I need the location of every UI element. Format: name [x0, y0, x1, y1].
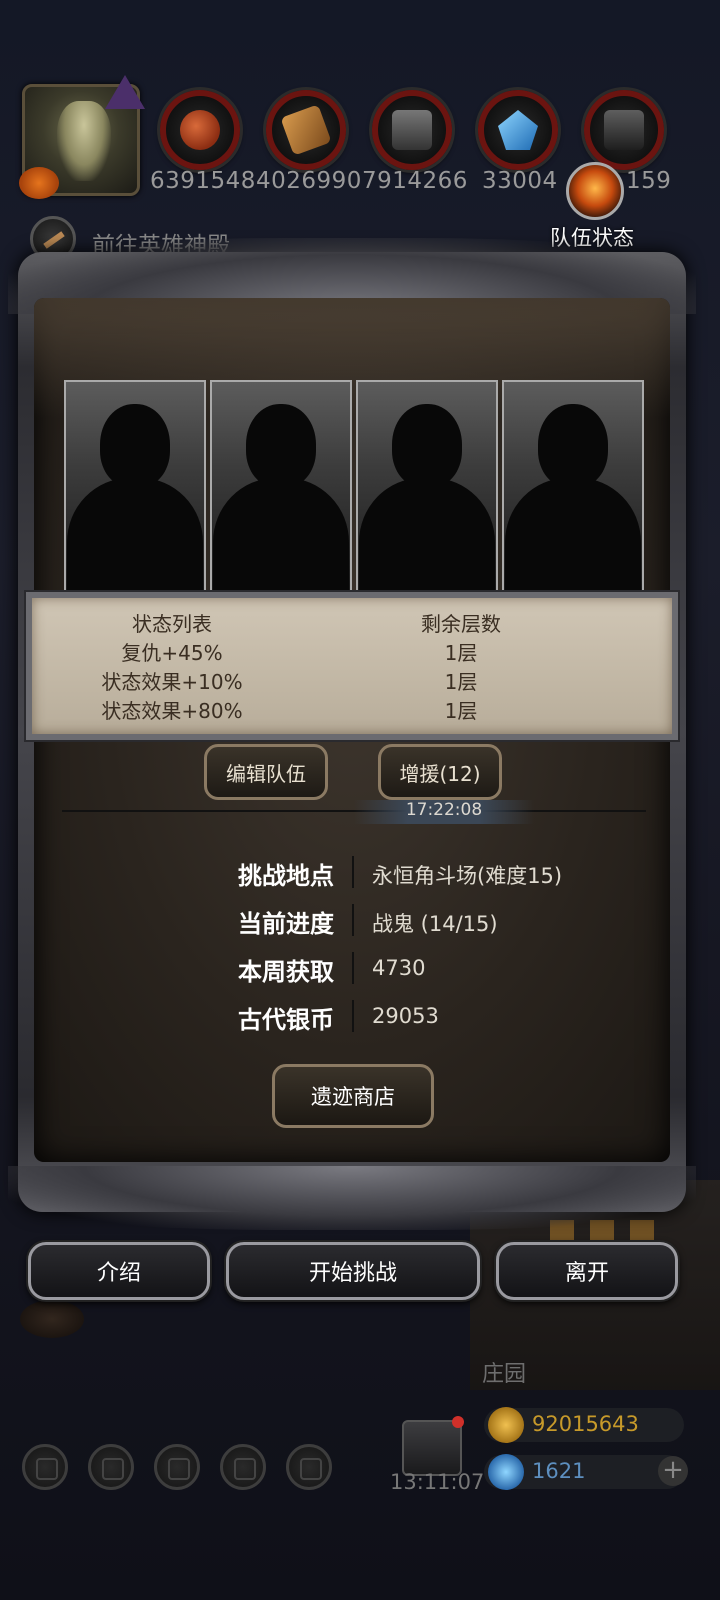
silhouette-body [67, 478, 203, 594]
info-value: 战鬼 (14/15) [372, 912, 498, 936]
silhouette-icon [100, 404, 170, 488]
resource-steel-value: 159 [626, 168, 672, 194]
gem-value: 1621 [532, 1459, 586, 1483]
hero-slot-1[interactable] [64, 380, 206, 594]
silhouette-body [359, 478, 495, 594]
info-row-progress: 当前进度 战鬼 (14/15) [178, 900, 598, 940]
resource-wood-value: 4026990 [256, 168, 362, 194]
team-status-flame-icon[interactable] [566, 162, 624, 220]
silhouette-icon [538, 404, 608, 488]
leave-button[interactable]: 离开 [496, 1242, 678, 1300]
resource-meat-icon[interactable] [160, 90, 240, 170]
crystal-icon [498, 110, 538, 150]
info-value: 29053 [372, 1004, 439, 1028]
info-row-location: 挑战地点 永恒角斗场(难度15) [178, 852, 598, 892]
info-row-silver: 古代银币 29053 [178, 996, 598, 1036]
gift-box-icon[interactable] [402, 1420, 462, 1476]
silhouette-body [505, 478, 641, 594]
info-value: 4730 [372, 956, 426, 980]
gem-icon [488, 1454, 524, 1490]
ranking-icon[interactable] [154, 1444, 200, 1490]
status-stacks: 1层 [444, 641, 478, 665]
settings-icon[interactable] [22, 1444, 68, 1490]
add-currency-button[interactable]: + [658, 1456, 688, 1486]
status-name: 状态效果+80% [101, 699, 243, 723]
guild-icon[interactable] [286, 1444, 332, 1490]
resource-meat-value: 6391548 [150, 168, 256, 194]
status-effects-table: 状态列表 剩余层数 复仇+45% 1层 状态效果+10% 1层 状态效果+80%… [26, 592, 678, 740]
resource-steel-icon[interactable] [584, 90, 664, 170]
resource-crystal-value: 33004 [482, 168, 558, 194]
witch-hat-decoration [105, 75, 145, 109]
status-name: 状态效果+10% [101, 670, 243, 694]
info-label: 当前进度 [238, 910, 334, 938]
reinforce-timer: 17:22:08 [354, 800, 534, 824]
status-row: 状态效果+80% 1层 [32, 695, 672, 724]
info-row-weekly: 本周获取 4730 [178, 948, 598, 988]
info-value: 永恒角斗场(难度15) [372, 864, 563, 888]
info-label: 古代银币 [238, 1006, 334, 1034]
edit-team-button[interactable]: 编辑队伍 [204, 744, 328, 800]
info-label: 本周获取 [238, 958, 334, 986]
info-separator [352, 856, 354, 888]
frame-ornament-bottom [8, 1166, 696, 1230]
hero-slot-4[interactable] [502, 380, 644, 594]
gold-coin-icon [488, 1407, 524, 1443]
status-stacks: 1层 [444, 670, 478, 694]
meat-icon [180, 110, 220, 150]
star-icon[interactable] [88, 1444, 134, 1490]
mail-icon[interactable] [220, 1444, 266, 1490]
start-challenge-button[interactable]: 开始挑战 [226, 1242, 480, 1300]
status-col-name: 状态列表 [132, 612, 212, 636]
angel-portrait [57, 101, 111, 181]
intro-button[interactable]: 介绍 [28, 1242, 210, 1300]
resource-wood-icon[interactable] [266, 90, 346, 170]
pumpkin-decoration [19, 167, 59, 199]
hero-slot-3[interactable] [356, 380, 498, 594]
resource-iron-icon[interactable] [372, 90, 452, 170]
gift-timer: 13:11:07 [390, 1470, 485, 1494]
dungeon-panel: 状态列表 剩余层数 复仇+45% 1层 状态效果+10% 1层 状态效果+80%… [8, 238, 696, 1230]
silhouette-icon [246, 404, 316, 488]
status-stacks: 1层 [444, 699, 478, 723]
status-row: 状态效果+10% 1层 [32, 666, 672, 695]
resource-iron-value: 7914266 [362, 168, 468, 194]
wood-icon [280, 104, 332, 156]
info-separator [352, 952, 354, 984]
info-separator [352, 904, 354, 936]
status-row: 复仇+45% 1层 [32, 637, 672, 666]
hero-slots [64, 380, 644, 594]
estate-label: 庄园 [482, 1362, 527, 1387]
silhouette-icon [392, 404, 462, 488]
relic-shop-button[interactable]: 遗迹商店 [272, 1064, 434, 1128]
steel-icon [604, 110, 644, 150]
reinforce-button[interactable]: 增援(12) [378, 744, 502, 800]
info-label: 挑战地点 [238, 862, 334, 890]
resource-crystal-icon[interactable] [478, 90, 558, 170]
hero-slot-2[interactable] [210, 380, 352, 594]
status-name: 复仇+45% [121, 641, 223, 665]
notification-dot [452, 1416, 464, 1428]
player-avatar[interactable] [19, 75, 145, 199]
status-col-stacks: 剩余层数 [421, 612, 501, 636]
iron-icon [392, 110, 432, 150]
silhouette-body [213, 478, 349, 594]
gold-value: 92015643 [532, 1412, 639, 1436]
status-table-header: 状态列表 剩余层数 [32, 608, 672, 637]
info-separator [352, 1000, 354, 1032]
background-stool [20, 1300, 84, 1338]
